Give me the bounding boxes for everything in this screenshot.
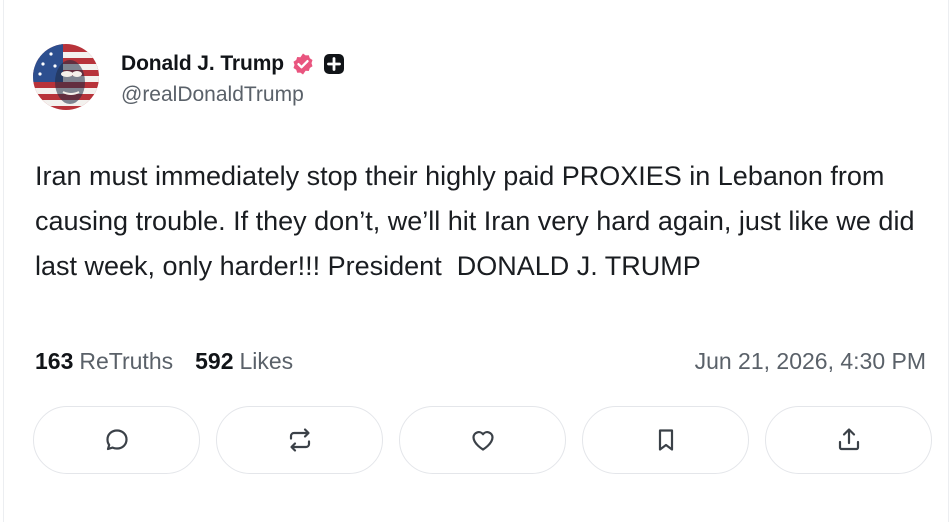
post-card: Donald J. Trump @realDonaldTrump Iran mu… xyxy=(3,0,949,522)
likes-label: Likes xyxy=(239,348,294,374)
reply-button[interactable] xyxy=(33,406,200,474)
post-text: Iran must immediately stop their highly … xyxy=(35,161,922,281)
action-bar xyxy=(33,406,932,474)
name-row: Donald J. Trump xyxy=(121,47,345,81)
share-button[interactable] xyxy=(765,406,932,474)
post-header: Donald J. Trump @realDonaldTrump xyxy=(33,44,345,110)
post-timestamp[interactable]: Jun 21, 2026, 4:30 PM xyxy=(695,348,926,375)
heart-icon xyxy=(471,431,494,451)
author-handle[interactable]: @realDonaldTrump xyxy=(121,83,345,107)
reply-icon xyxy=(105,429,128,451)
plus-badge-icon xyxy=(324,54,345,74)
like-button[interactable] xyxy=(399,406,566,474)
avatar[interactable] xyxy=(33,44,99,110)
retruths-count: 163 xyxy=(35,348,74,374)
post-stats: 163 ReTruths 592 Likes xyxy=(35,348,315,375)
likes-stat[interactable]: 592 Likes xyxy=(195,348,293,375)
retruth-button[interactable] xyxy=(216,406,383,474)
verified-badge-icon xyxy=(293,53,313,75)
bookmark-icon xyxy=(658,429,673,451)
retruths-stat[interactable]: 163 ReTruths xyxy=(35,348,173,375)
author-names: Donald J. Trump @realDonaldTrump xyxy=(121,47,345,107)
share-icon xyxy=(838,428,859,451)
retruth-icon xyxy=(289,428,310,452)
likes-count: 592 xyxy=(195,348,234,374)
display-name[interactable]: Donald J. Trump xyxy=(121,52,284,76)
retruths-label: ReTruths xyxy=(79,348,174,374)
bookmark-button[interactable] xyxy=(582,406,749,474)
